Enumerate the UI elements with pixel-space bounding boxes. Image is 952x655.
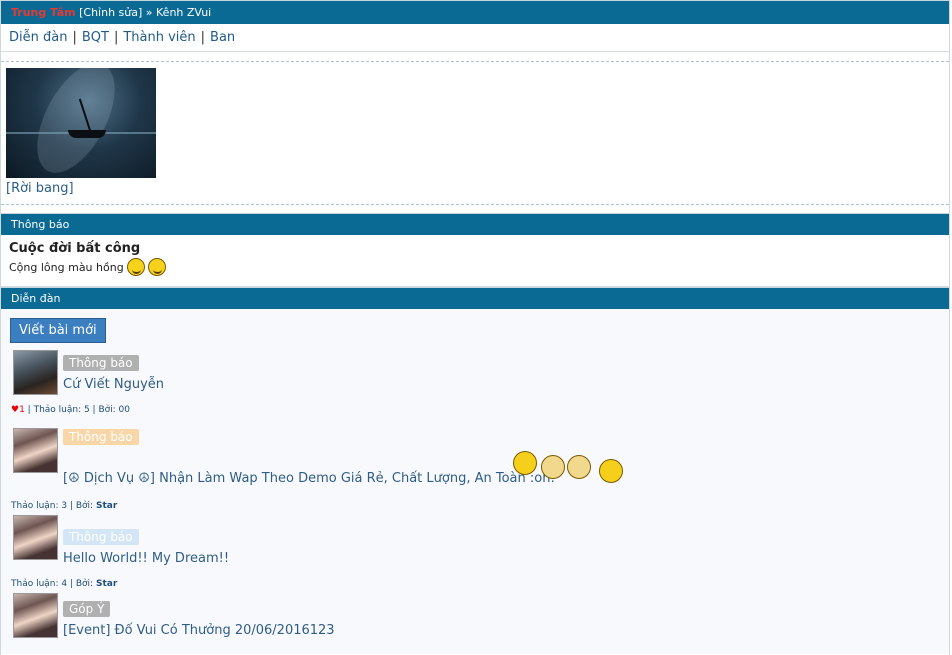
boat-shape [68,130,106,138]
nav-clan[interactable]: Ban [210,30,235,45]
smile-emoticon-icon [147,258,166,276]
nav-members[interactable]: Thành viên [123,30,195,45]
topic-title[interactable]: [Event] Đố Vui Có Thưởng 20/06/2016123 [63,623,335,638]
edit-link[interactable]: [Chỉnh sửa] [79,6,142,19]
avatar[interactable] [13,350,58,395]
topic-author[interactable]: Star [96,501,117,511]
leave-clan-link[interactable]: [Rời bang] [6,181,944,196]
notice-title: Cuộc đời bất công [9,241,141,256]
topic-meta-text: | Thảo luận: 5 | Bởi: 00 [27,405,130,415]
topic-tag: Thông báo [63,529,139,545]
notice-text: Cộng lông màu hồng [9,260,124,274]
top-breadcrumb-bar: Trung Tâm [Chỉnh sửa] » Kênh ZVui [1,0,949,24]
new-post-button[interactable]: Viết bài mới [10,318,106,343]
nav-admin[interactable]: BQT [82,30,109,45]
nav-separator: | [72,30,77,45]
topic-meta-text: Thảo luận: 3 | Bởi: [11,501,94,511]
topic-tag: Góp Ý [63,601,111,617]
forum-panel: Viết bài mới Thông báo Cứ Viết Nguyễn ♥1… [1,309,949,654]
avatar[interactable] [13,593,58,638]
topic-meta: Thảo luận: 3 | Bởi: Star [11,501,117,511]
topic-title[interactable]: [☮ Dịch Vụ ☮] Nhận Làm Wap Theo Demo Giá… [63,471,555,486]
topic-title[interactable]: Cứ Viết Nguyễn [63,377,164,392]
emoticon-icon [541,455,565,479]
topic-meta: ♥1 | Thảo luận: 5 | Bởi: 00 [11,405,130,415]
like-count: ♥1 [11,405,25,415]
emoticon-icon [513,451,537,475]
topic-tag: Thông báo [63,429,139,445]
topic-title[interactable]: Hello World!! My Dream!! [63,551,229,566]
clan-panel: [Rời bang] [1,61,949,205]
nav-forum[interactable]: Diễn đàn [9,30,67,45]
avatar[interactable] [13,428,58,473]
breadcrumb-current: » Kênh ZVui [145,6,212,19]
forum-header: Diễn đàn [1,287,949,309]
emoticon-icon [599,459,623,483]
avatar[interactable] [13,515,58,560]
notice-header: Thông báo [1,213,949,235]
clan-banner-image [6,68,156,178]
main-nav: Diễn đàn | BQT | Thành viên | Ban [1,24,949,52]
topic-author[interactable]: Star [96,579,117,589]
topic-meta: Thảo luận: 4 | Bởi: Star [11,579,117,589]
grin-emoticon-icon [126,258,145,276]
notice-panel: Cuộc đời bất công Cộng lông màu hồng [1,235,949,287]
topic-meta-text: Thảo luận: 4 | Bởi: [11,579,94,589]
nav-separator: | [200,30,206,45]
site-name-link[interactable]: Trung Tâm [11,6,76,19]
topic-tag: Thông báo [63,355,139,371]
nav-separator: | [113,30,119,45]
milky-way-shape [21,68,131,178]
notice-text-row: Cộng lông màu hồng [9,258,941,276]
page: Trung Tâm [Chỉnh sửa] » Kênh ZVui Diễn đ… [0,0,950,655]
emoticon-icon [567,455,591,479]
